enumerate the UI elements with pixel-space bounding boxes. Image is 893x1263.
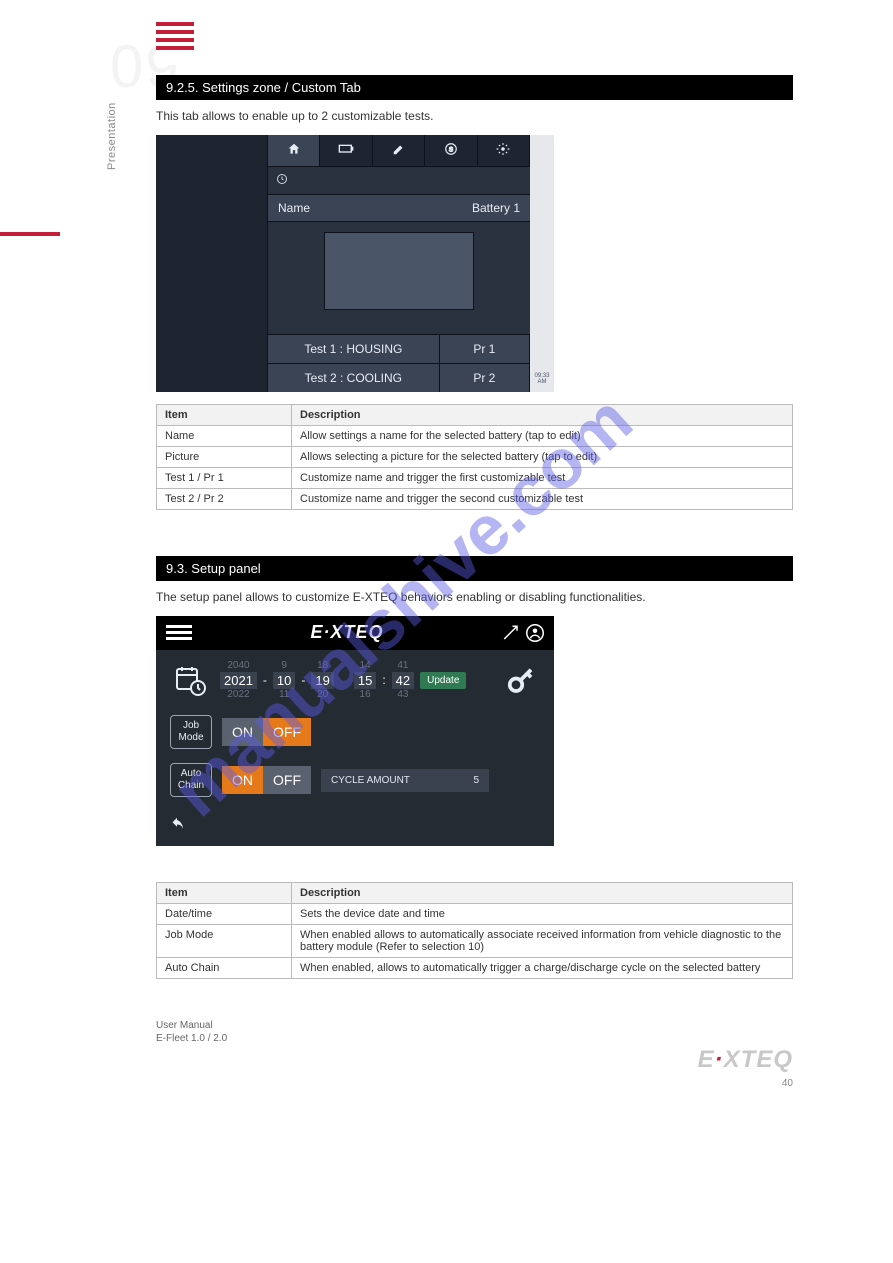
col-desc: Description bbox=[292, 404, 793, 425]
table-row: Date/time bbox=[157, 904, 292, 925]
side-marker bbox=[0, 232, 60, 236]
col-item: Item bbox=[157, 404, 292, 425]
battery-icon[interactable] bbox=[320, 135, 372, 166]
side-label: Presentation bbox=[106, 102, 118, 170]
job-mode-button[interactable]: Job Mode bbox=[170, 715, 212, 749]
test2-button[interactable]: Test 2 : COOLING bbox=[268, 364, 440, 392]
section-title-1: 9.2.5. Settings zone / Custom Tab bbox=[156, 75, 793, 100]
calendar-clock-icon bbox=[170, 664, 210, 696]
menu-icon[interactable] bbox=[166, 622, 192, 643]
draft-icon[interactable] bbox=[502, 624, 520, 642]
menu-icon bbox=[156, 18, 194, 54]
svg-text:S: S bbox=[449, 146, 453, 153]
picture-placeholder[interactable] bbox=[324, 232, 474, 310]
gear-icon[interactable] bbox=[478, 135, 530, 166]
table-row: Picture bbox=[157, 446, 292, 467]
pencil-icon[interactable] bbox=[373, 135, 425, 166]
date-time-picker[interactable]: 204020212022 - 91011 - 181920 141516 : 4… bbox=[220, 660, 466, 702]
table-row: Job Mode bbox=[157, 925, 292, 958]
table-row: Name bbox=[157, 425, 292, 446]
name-value[interactable]: Battery 1 bbox=[472, 201, 520, 215]
page-number: 40 bbox=[698, 1078, 793, 1089]
clock-display: 09:33AM bbox=[530, 373, 554, 386]
table-custom-tab: Item Description NameAllow settings a na… bbox=[156, 404, 793, 510]
auto-chain-toggle[interactable]: ON OFF bbox=[222, 766, 311, 794]
section-desc-1: This tab allows to enable up to 2 custom… bbox=[156, 108, 793, 125]
table-row: Auto Chain bbox=[157, 958, 292, 979]
auto-chain-button[interactable]: Auto Chain bbox=[170, 763, 212, 797]
job-mode-toggle[interactable]: ON OFF bbox=[222, 718, 311, 746]
section-title-2: 9.3. Setup panel bbox=[156, 556, 793, 581]
section-desc-2: The setup panel allows to customize E-XT… bbox=[156, 589, 793, 606]
cycle-amount-field[interactable]: CYCLE AMOUNT 5 bbox=[321, 769, 489, 792]
user-avatar-icon[interactable] bbox=[526, 624, 544, 642]
test1-button[interactable]: Test 1 : HOUSING bbox=[268, 335, 440, 363]
table-setup-panel: Item Description Date/timeSets the devic… bbox=[156, 882, 793, 979]
name-label: Name bbox=[278, 201, 310, 215]
screenshot-setup-panel: E·XTEQ 204020212022 - 91011 - 181920 141… bbox=[156, 616, 554, 847]
refresh-dollar-icon[interactable]: S bbox=[425, 135, 477, 166]
footer-text: User Manual E-Fleet 1.0 / 2.0 bbox=[156, 1019, 793, 1045]
footer-logo: E·XTEQ bbox=[698, 1046, 793, 1074]
screenshot-custom-tab: S Name Battery 1 bbox=[156, 135, 554, 392]
update-button[interactable]: Update bbox=[420, 672, 466, 689]
clock-icon bbox=[268, 167, 530, 195]
col-item: Item bbox=[157, 883, 292, 904]
table-row: Test 1 / Pr 1 bbox=[157, 467, 292, 488]
key-icon[interactable] bbox=[506, 666, 536, 699]
col-desc: Description bbox=[292, 883, 793, 904]
home-icon[interactable] bbox=[268, 135, 320, 166]
back-icon[interactable] bbox=[156, 817, 554, 846]
brand-logo: E·XTEQ bbox=[310, 622, 383, 643]
table-row: Test 2 / Pr 2 bbox=[157, 488, 292, 509]
pr1-button[interactable]: Pr 1 bbox=[440, 335, 530, 363]
pr2-button[interactable]: Pr 2 bbox=[440, 364, 530, 392]
